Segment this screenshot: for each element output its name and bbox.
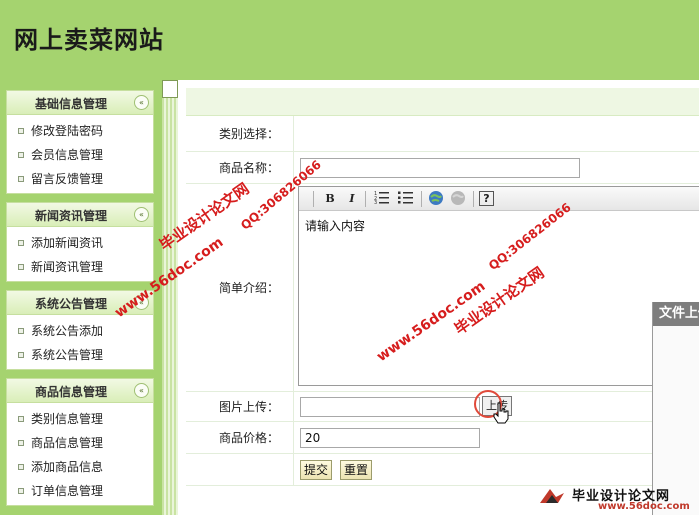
toolbar-separator bbox=[365, 191, 366, 207]
site-header: 网上卖菜网站 bbox=[0, 0, 699, 80]
sidebar-item-change-password[interactable]: 修改登陆密码 bbox=[7, 119, 153, 143]
sidebar-item-categories[interactable]: 类别信息管理 bbox=[7, 407, 153, 431]
bullet-icon bbox=[18, 464, 24, 470]
watermark-logo: 毕业设计论文网 www.56doc.com bbox=[540, 485, 699, 515]
sidebar-item-orders[interactable]: 订单信息管理 bbox=[7, 479, 153, 503]
bullet-icon bbox=[18, 264, 24, 270]
link-icon[interactable] bbox=[427, 190, 445, 208]
sidebar-item-goods[interactable]: 商品信息管理 bbox=[7, 431, 153, 455]
sidebar-item-add-notice[interactable]: 系统公告添加 bbox=[7, 319, 153, 343]
category-field bbox=[294, 116, 699, 151]
panel-header[interactable]: 商品信息管理 « bbox=[7, 379, 153, 403]
bullet-icon bbox=[18, 128, 24, 134]
sidebar-item-members[interactable]: 会员信息管理 bbox=[7, 143, 153, 167]
panel-title: 基础信息管理 bbox=[34, 97, 107, 111]
rich-text-editor[interactable]: B I 123 ? 请输入内容 bbox=[298, 186, 699, 386]
logo-mark-icon bbox=[540, 489, 564, 503]
sidebar-item-add-goods[interactable]: 添加商品信息 bbox=[7, 455, 153, 479]
bullet-icon bbox=[18, 488, 24, 494]
bullet-icon bbox=[18, 240, 24, 246]
collapse-icon[interactable]: « bbox=[134, 207, 149, 222]
collapse-icon[interactable]: « bbox=[134, 383, 149, 398]
editor-toolbar: B I 123 ? bbox=[299, 187, 699, 211]
site-title: 网上卖菜网站 bbox=[14, 25, 164, 54]
panel-title: 新闻资讯管理 bbox=[34, 209, 107, 223]
bold-icon[interactable]: B bbox=[321, 190, 339, 208]
bullet-icon bbox=[18, 152, 24, 158]
toolbar-separator bbox=[313, 191, 314, 207]
price-row: 商品价格： bbox=[186, 422, 699, 454]
hand-cursor-icon bbox=[493, 402, 509, 424]
price-label: 商品价格： bbox=[186, 422, 294, 453]
name-row: 商品名称： bbox=[186, 152, 699, 184]
toolbar-separator bbox=[421, 191, 422, 207]
sidebar-item-manage-news[interactable]: 新闻资讯管理 bbox=[7, 255, 153, 279]
logo-url: www.56doc.com bbox=[598, 501, 690, 512]
bullet-icon bbox=[18, 176, 24, 182]
sidebar-panel-basic: 基础信息管理 « 修改登陆密码 会员信息管理 留言反馈管理 bbox=[6, 90, 154, 194]
collapse-icon[interactable]: « bbox=[134, 95, 149, 110]
bullet-icon bbox=[18, 440, 24, 446]
help-icon[interactable]: ? bbox=[479, 191, 494, 206]
unlink-icon[interactable] bbox=[449, 190, 467, 208]
panel-header[interactable]: 基础信息管理 « bbox=[7, 91, 153, 115]
actions-label bbox=[186, 454, 294, 485]
image-path-input[interactable] bbox=[300, 397, 480, 417]
category-label: 类别选择： bbox=[186, 116, 294, 151]
sidebar-item-feedback[interactable]: 留言反馈管理 bbox=[7, 167, 153, 191]
sidebar-toggle[interactable] bbox=[162, 80, 178, 98]
submit-button[interactable]: 提交 bbox=[300, 460, 332, 480]
bullet-icon bbox=[18, 416, 24, 422]
unordered-list-icon[interactable] bbox=[397, 190, 415, 208]
goods-name-input[interactable] bbox=[300, 158, 580, 178]
panel-title: 商品信息管理 bbox=[34, 385, 107, 399]
sidebar-divider-strip bbox=[162, 80, 178, 515]
editor-body[interactable]: 请输入内容 bbox=[299, 211, 699, 240]
sidebar-item-add-news[interactable]: 添加新闻资讯 bbox=[7, 231, 153, 255]
price-input[interactable] bbox=[300, 428, 480, 448]
italic-icon[interactable]: I bbox=[343, 190, 361, 208]
svg-text:3: 3 bbox=[374, 200, 377, 204]
ordered-list-icon[interactable]: 123 bbox=[373, 190, 391, 208]
image-row: 图片上传： 上传 bbox=[186, 390, 699, 424]
toolbar-separator bbox=[473, 191, 474, 207]
bullet-icon bbox=[18, 328, 24, 334]
sidebar-item-manage-notice[interactable]: 系统公告管理 bbox=[7, 343, 153, 367]
file-panel-title: 文件上传 bbox=[653, 302, 699, 326]
panel-header[interactable]: 新闻资讯管理 « bbox=[7, 203, 153, 227]
file-upload-panel: 文件上传 bbox=[652, 302, 699, 515]
sidebar-panel-goods: 商品信息管理 « 类别信息管理 商品信息管理 添加商品信息 订单信息管理 bbox=[6, 378, 154, 506]
reset-button[interactable]: 重置 bbox=[340, 460, 372, 480]
category-row: 类别选择： bbox=[186, 116, 699, 152]
main-topbar bbox=[186, 88, 699, 116]
actions-row: 提交 重置 bbox=[186, 454, 699, 486]
sidebar-panel-news: 新闻资讯管理 « 添加新闻资讯 新闻资讯管理 bbox=[6, 202, 154, 282]
image-label: 图片上传： bbox=[186, 392, 294, 421]
main-content: 类别选择： 商品名称： 简单介绍： B I 123 ? 请输入内容 图片上传： … bbox=[186, 88, 699, 515]
bullet-icon bbox=[18, 352, 24, 358]
